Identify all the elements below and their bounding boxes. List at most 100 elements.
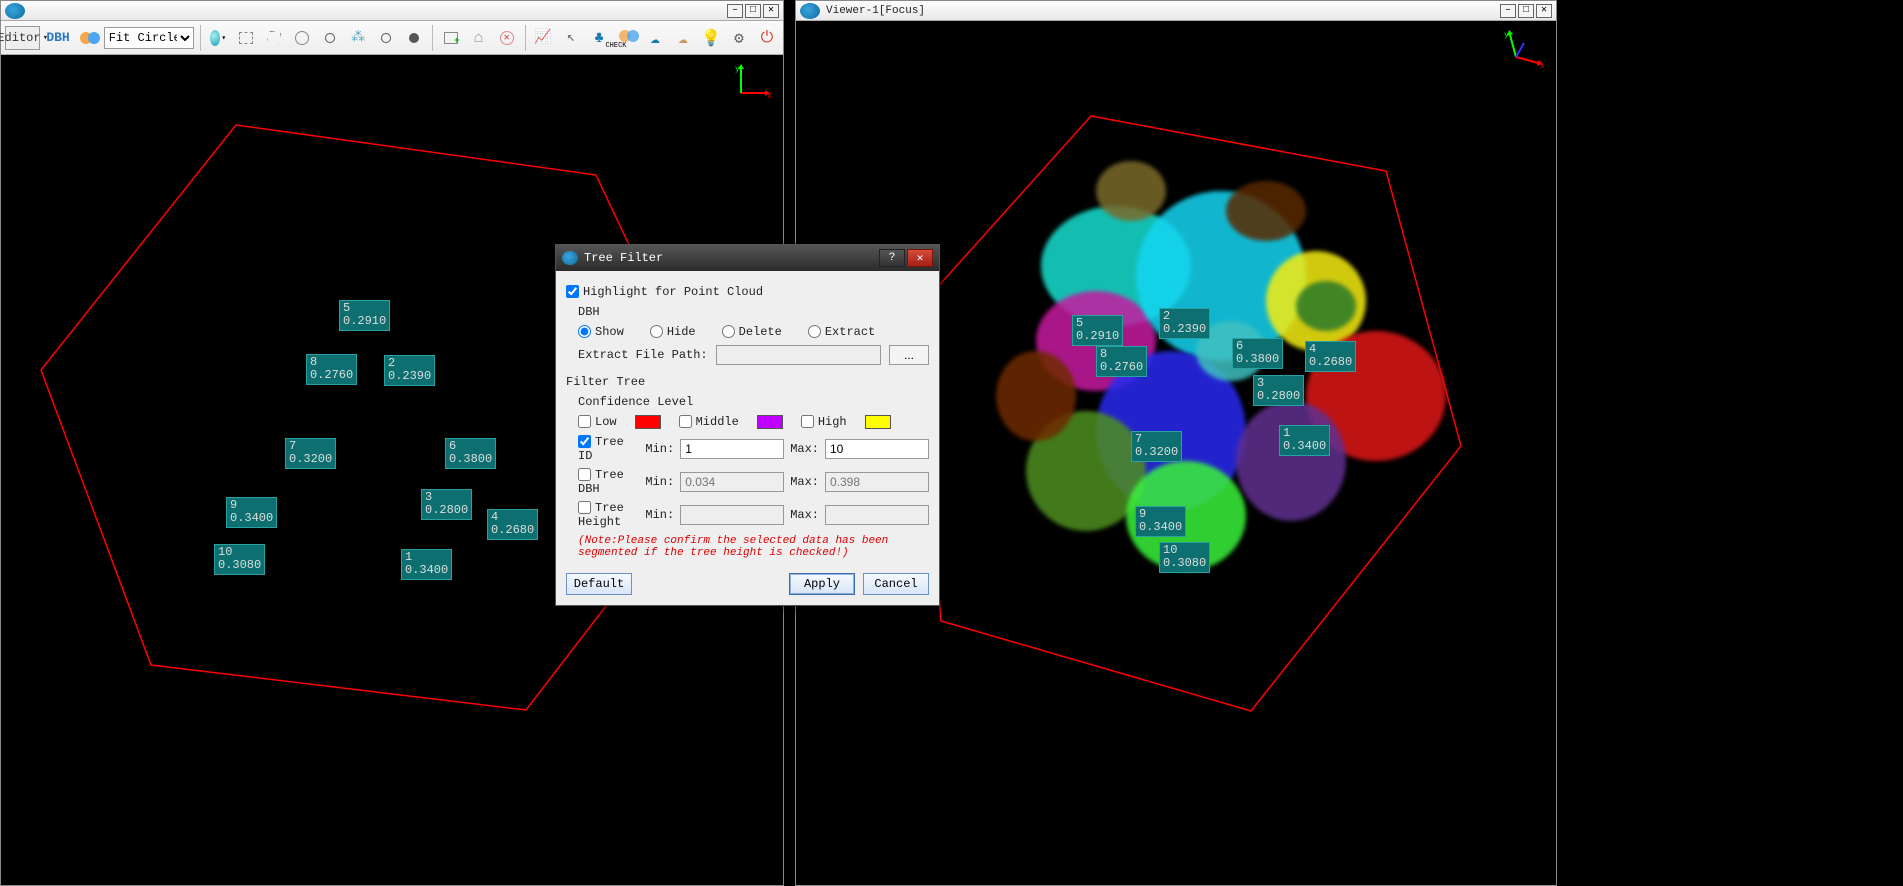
add-rect-button[interactable]: + <box>439 26 463 50</box>
app-logo-icon <box>800 3 820 19</box>
tree-label[interactable]: 20.2390 <box>1159 308 1210 339</box>
tree-label[interactable]: 60.3800 <box>445 438 496 469</box>
tree-label[interactable]: 70.3200 <box>1131 431 1182 462</box>
maximize-button[interactable]: □ <box>745 4 761 18</box>
radio-show[interactable] <box>578 325 591 338</box>
cloud-blue-button[interactable]: ☁ <box>643 26 667 50</box>
highlight-checkbox[interactable] <box>566 285 579 298</box>
tree-dbh-value: 0.3800 <box>1236 352 1279 366</box>
tree-label[interactable]: 90.3400 <box>226 497 277 528</box>
treedbh-checkbox[interactable] <box>578 468 591 481</box>
sphere-tool-button[interactable]: ▾ <box>206 26 230 50</box>
treeheight-checkbox[interactable] <box>578 501 591 514</box>
min-label: Min: <box>645 442 674 456</box>
home-trash-button[interactable]: ⌂ <box>467 26 491 50</box>
radio-show-label[interactable]: Show <box>578 325 624 339</box>
minimize-button[interactable]: ‒ <box>727 4 743 18</box>
conf-low-checkbox[interactable] <box>578 415 591 428</box>
highlight-checkbox-label[interactable]: Highlight for Point Cloud <box>566 285 763 299</box>
home-outline-icon: ⌂ <box>474 29 484 47</box>
tree-label[interactable]: 30.2800 <box>421 489 472 520</box>
tree-label[interactable]: 10.3400 <box>401 549 452 580</box>
browse-button[interactable]: ... <box>889 345 929 365</box>
tree-label[interactable]: 100.3080 <box>1159 542 1210 573</box>
tree-dbh-value: 0.3080 <box>1163 556 1206 570</box>
note-text: (Note:Please confirm the selected data h… <box>566 535 929 559</box>
radio-c-button[interactable] <box>402 26 426 50</box>
tree-label[interactable]: 70.3200 <box>285 438 336 469</box>
power-button[interactable]: ⏻ <box>755 26 779 50</box>
cloud-tan-button[interactable]: ☁ <box>671 26 695 50</box>
treeheight-checkbox-label[interactable]: Tree Height <box>578 501 639 529</box>
tree-dbh-value: 0.3400 <box>405 563 448 577</box>
polygon-select-button[interactable] <box>262 26 286 50</box>
tree-label[interactable]: 80.2760 <box>306 354 357 385</box>
dialog-body: Highlight for Point Cloud DBH Show Hide … <box>556 271 939 565</box>
close-button[interactable]: ✕ <box>763 4 779 18</box>
dialog-help-button[interactable]: ? <box>879 249 905 267</box>
treedbh-max-input[interactable] <box>825 472 929 492</box>
tree-dbh-value: 0.2910 <box>343 314 386 328</box>
radio-extract[interactable] <box>808 325 821 338</box>
cancel-button[interactable]: Cancel <box>863 573 929 595</box>
apply-button[interactable]: Apply <box>789 573 855 595</box>
dialog-titlebar[interactable]: Tree Filter ? ✕ <box>556 245 939 271</box>
tree-label[interactable]: 30.2800 <box>1253 375 1304 406</box>
editor-menu-button[interactable]: Editor▾ <box>5 26 40 50</box>
treeid-checkbox[interactable] <box>578 435 591 448</box>
tree-label[interactable]: 40.2680 <box>487 509 538 540</box>
maximize-button[interactable]: □ <box>1518 4 1534 18</box>
radio-delete[interactable] <box>722 325 735 338</box>
radio-delete-label[interactable]: Delete <box>722 325 782 339</box>
tree-label[interactable]: 90.3400 <box>1135 506 1186 537</box>
treedbh-min-input[interactable] <box>680 472 784 492</box>
radio-off-icon <box>381 33 391 43</box>
conf-mid-label[interactable]: Middle <box>679 415 739 429</box>
radio-off-icon <box>325 33 335 43</box>
window-title-right: Viewer-1[Focus] <box>826 5 1500 17</box>
conf-mid-checkbox[interactable] <box>679 415 692 428</box>
treeid-min-input[interactable] <box>680 439 784 459</box>
tree-dbh-value: 0.2800 <box>425 503 468 517</box>
dialog-close-button[interactable]: ✕ <box>907 249 933 267</box>
chart-button[interactable]: 📈 <box>531 26 555 50</box>
radio-extract-label[interactable]: Extract <box>808 325 875 339</box>
radio-b-button[interactable] <box>374 26 398 50</box>
color-venn-button[interactable] <box>76 26 100 50</box>
close-button[interactable]: ✕ <box>1536 4 1552 18</box>
tree-label[interactable]: 60.3800 <box>1232 338 1283 369</box>
fit-method-select[interactable]: Fit Circle <box>104 27 194 49</box>
radio-hide[interactable] <box>650 325 663 338</box>
tree-label[interactable]: 10.3400 <box>1279 425 1330 456</box>
tree-dbh-value: 0.3200 <box>289 452 332 466</box>
conf-high-checkbox[interactable] <box>801 415 814 428</box>
tree-label[interactable]: 40.2680 <box>1305 341 1356 372</box>
treeheight-min-input[interactable] <box>680 505 784 525</box>
conf-low-label[interactable]: Low <box>578 415 617 429</box>
default-button[interactable]: Default <box>566 573 632 595</box>
treeid-max-input[interactable] <box>825 439 929 459</box>
tree-label[interactable]: 20.2390 <box>384 355 435 386</box>
rect-select-button[interactable] <box>234 26 258 50</box>
pick-button[interactable]: ↖ <box>559 26 583 50</box>
treeheight-max-input[interactable] <box>825 505 929 525</box>
extract-path-input[interactable] <box>716 345 881 365</box>
bulb-button[interactable]: 💡 <box>699 26 723 50</box>
radio-hide-label[interactable]: Hide <box>650 325 696 339</box>
tree-label[interactable]: 50.2910 <box>1072 315 1123 346</box>
check-button[interactable]: CHECK <box>615 26 639 50</box>
settings-button[interactable]: ⚙ <box>727 26 751 50</box>
treedbh-checkbox-label[interactable]: Tree DBH <box>578 468 639 496</box>
max-label: Max: <box>790 475 819 489</box>
tree-dbh-value: 0.3400 <box>1139 520 1182 534</box>
circle-select-button[interactable] <box>290 26 314 50</box>
delete-button[interactable]: ✕ <box>495 26 519 50</box>
radio-a-button[interactable] <box>318 26 342 50</box>
tree-label[interactable]: 100.3080 <box>214 544 265 575</box>
spread-button[interactable]: ⁂ <box>346 26 370 50</box>
treeid-checkbox-label[interactable]: Tree ID <box>578 435 639 463</box>
minimize-button[interactable]: ‒ <box>1500 4 1516 18</box>
tree-label[interactable]: 80.2760 <box>1096 346 1147 377</box>
tree-label[interactable]: 50.2910 <box>339 300 390 331</box>
conf-high-label[interactable]: High <box>801 415 847 429</box>
